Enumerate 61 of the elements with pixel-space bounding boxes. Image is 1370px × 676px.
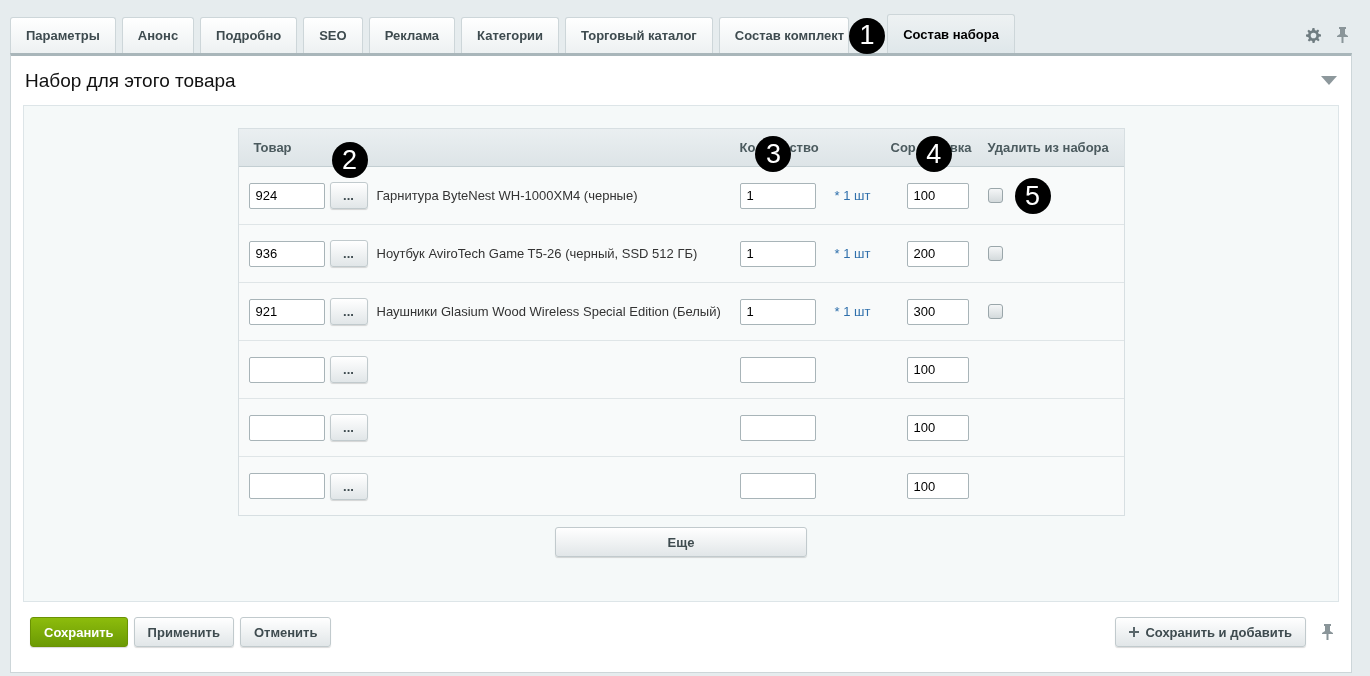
save-and-add-button[interactable]: Сохранить и добавить (1115, 617, 1306, 647)
column-header: Удалить из набора (987, 140, 1109, 155)
callout-marker: 1 (849, 17, 886, 54)
tab[interactable]: Реклама (368, 17, 456, 53)
plus-icon (1129, 627, 1140, 637)
column-header: ство (789, 140, 819, 155)
collapse-caret-icon[interactable] (1321, 76, 1337, 85)
tab[interactable]: Категории (461, 17, 560, 53)
tab[interactable]: Торговый каталог (565, 17, 713, 53)
sort-field[interactable]: 300 (906, 298, 969, 325)
delete-checkbox[interactable] (987, 188, 1003, 203)
quantity-field[interactable]: 1 (739, 182, 816, 209)
sort-field[interactable]: 100 (906, 414, 969, 441)
column-header: Сор (890, 140, 916, 155)
action-button[interactable]: Применить (133, 617, 234, 647)
browse-button[interactable]: ... (329, 240, 368, 267)
product-name: Гарнитура ByteNest WH-1000XM4 (черные) (376, 188, 638, 203)
callout-marker: 2 (331, 142, 368, 178)
quantity-field[interactable] (739, 414, 816, 441)
product-id-field[interactable]: 921 (248, 298, 325, 325)
more-button[interactable]: Еще (555, 527, 807, 557)
tab[interactable]: Подробно (200, 17, 298, 53)
quantity-field[interactable] (739, 473, 816, 499)
delete-checkbox[interactable] (987, 246, 1003, 261)
browse-button[interactable]: ... (329, 472, 368, 500)
browse-button[interactable]: ... (329, 414, 368, 441)
quantity-field[interactable] (739, 356, 816, 383)
column-header: Ко (739, 140, 756, 155)
tab[interactable]: Параметры (10, 17, 116, 53)
tab[interactable]: Состав комплект (718, 17, 850, 53)
unit-label: * 1 шт (834, 304, 871, 319)
product-id-field[interactable]: 936 (248, 240, 325, 267)
pin-icon[interactable] (1322, 624, 1333, 640)
section-title: Набор для этого товара (24, 69, 236, 92)
tab[interactable]: Анонс (121, 17, 195, 53)
tab[interactable]: Состав набора (887, 14, 1015, 53)
tab[interactable]: SEO (303, 17, 363, 53)
product-id-field[interactable]: 924 (248, 182, 325, 209)
browse-button[interactable]: ... (329, 182, 368, 209)
delete-checkbox[interactable] (987, 304, 1003, 319)
column-header: Товар (253, 140, 292, 155)
product-name: Наушники Glasium Wood Wireless Special Edition (Белый) (376, 304, 721, 319)
callout-marker: 5 (1014, 178, 1051, 214)
sort-field[interactable]: 100 (906, 473, 969, 499)
action-button[interactable]: Отменить (239, 617, 332, 647)
sort-field[interactable]: 100 (906, 356, 969, 383)
quantity-field[interactable]: 1 (739, 240, 816, 267)
product-id-field[interactable] (248, 473, 325, 499)
browse-button[interactable]: ... (329, 298, 368, 325)
product-id-field[interactable] (248, 414, 325, 441)
pin-icon[interactable] (1337, 27, 1348, 43)
product-id-field[interactable] (248, 356, 325, 383)
sort-field[interactable]: 100 (906, 182, 969, 209)
unit-label: * 1 шт (834, 188, 871, 203)
column-header: вка (949, 140, 972, 155)
settings-icon[interactable] (1306, 27, 1321, 43)
sort-field[interactable]: 200 (906, 240, 969, 267)
quantity-field[interactable]: 1 (739, 298, 816, 325)
browse-button[interactable]: ... (329, 356, 368, 383)
product-name: Ноутбук AviroTech Game T5-26 (черный, SSD 512 ГБ) (376, 246, 698, 261)
unit-label: * 1 шт (834, 246, 871, 261)
